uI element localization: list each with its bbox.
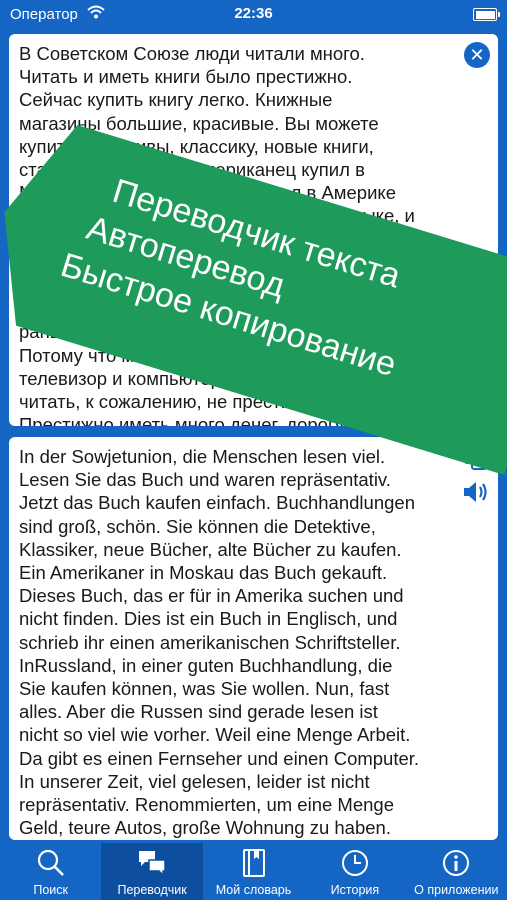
tab-my-dictionary[interactable]: Мой словарь xyxy=(203,843,304,900)
battery-icon xyxy=(473,8,500,21)
tab-bar: Поиск Переводчик Мой словарь История О п… xyxy=(0,843,507,900)
speaker-icon[interactable] xyxy=(461,479,489,505)
translation-panel: In der Sowjetunion, die Menschen lesen v… xyxy=(9,437,498,840)
translated-text: In der Sowjetunion, die Menschen lesen v… xyxy=(19,446,420,839)
search-icon xyxy=(36,848,66,878)
status-bar: Оператор 22:36 xyxy=(0,0,507,30)
chat-bubbles-icon xyxy=(137,848,167,878)
status-time: 22:36 xyxy=(234,5,273,22)
tab-label: Мой словарь xyxy=(215,883,292,897)
clear-icon[interactable]: ✕ xyxy=(464,42,490,68)
book-icon xyxy=(239,848,269,878)
info-icon xyxy=(441,848,471,878)
tab-search[interactable]: Поиск xyxy=(0,843,101,900)
tab-label: История xyxy=(330,883,380,897)
tab-label: Переводчик xyxy=(117,883,187,897)
tab-label: Поиск xyxy=(33,883,69,897)
tab-translator[interactable]: Переводчик xyxy=(101,843,203,900)
tab-label: О приложении xyxy=(414,883,499,897)
tab-history[interactable]: История xyxy=(304,843,405,900)
clock-icon xyxy=(340,848,370,878)
tab-about[interactable]: О приложении xyxy=(406,843,507,900)
